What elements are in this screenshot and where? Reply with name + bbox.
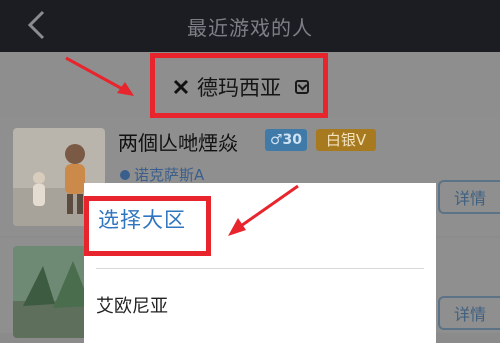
divider [96,268,424,269]
region-label: 德玛西亚 [197,76,281,100]
rank-badge: 白银V [316,129,376,151]
filter-bar: 德玛西亚 [0,52,500,118]
details-button[interactable]: 详情 [438,180,500,214]
server-label: 诺克萨斯A [134,166,205,184]
dropdown-icon [295,80,309,94]
player-name: 两個亾哋煙焱 [118,131,238,155]
gender-level-badge: ♂30 [265,129,307,151]
page-title: 最近游戏的人 [187,16,313,40]
region-option[interactable]: 艾欧尼亚 [96,292,168,318]
crossed-swords-icon [173,79,189,95]
region-selector[interactable]: 德玛西亚 [173,72,309,102]
player-server: 诺克萨斯A [120,164,204,185]
top-bar: 最近游戏的人 [0,0,500,52]
region-picker-sheet: 选择大区 艾欧尼亚 [84,183,436,343]
location-icon [120,169,130,180]
sheet-title: 选择大区 [98,208,186,232]
details-button[interactable]: 详情 [438,296,500,330]
